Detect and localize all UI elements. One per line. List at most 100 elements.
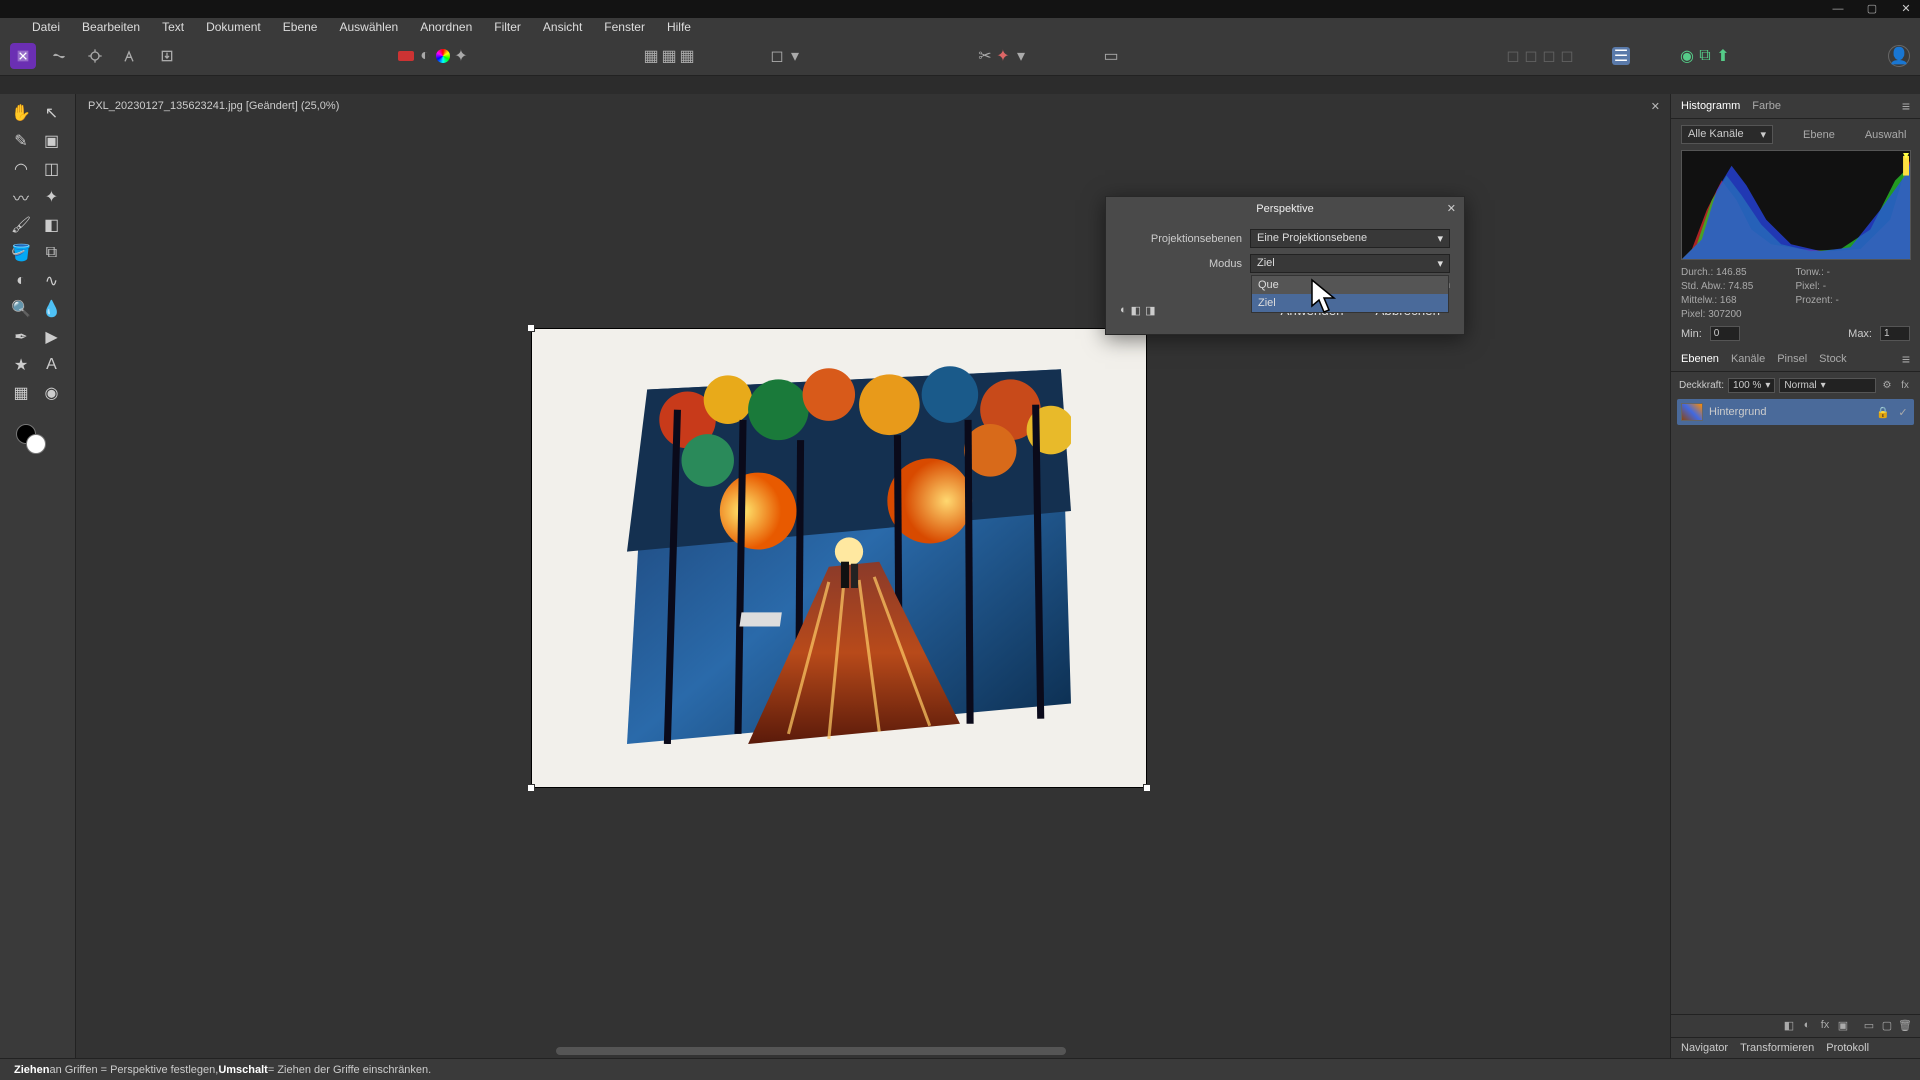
shape-tool-icon[interactable]: ★ — [10, 354, 32, 376]
node-tool-icon[interactable]: ▶ — [41, 326, 63, 348]
tab-transformieren[interactable]: Transformieren — [1740, 1042, 1814, 1054]
projection-select[interactable]: Eine Projektionsebene▾ — [1250, 229, 1450, 248]
mesh-tool-icon[interactable]: ▦ — [10, 382, 32, 404]
grid-2-icon[interactable]: ▦ — [662, 49, 676, 63]
tab-farbe[interactable]: Farbe — [1752, 100, 1781, 112]
window-maximize[interactable]: ▢ — [1864, 2, 1880, 16]
menu-anordnen[interactable]: Anordnen — [420, 20, 472, 34]
persona-export-icon[interactable] — [154, 43, 180, 69]
mode-option-quelle[interactable]: Que — [1252, 276, 1448, 294]
gear-icon[interactable]: ⚙ — [1880, 379, 1894, 393]
tab-stock[interactable]: Stock — [1819, 353, 1847, 365]
lock-icon[interactable]: 🔒 — [1876, 405, 1890, 419]
crop-layer-icon[interactable]: ▣ — [1836, 1019, 1850, 1033]
scrollbar-thumb[interactable] — [556, 1047, 1066, 1055]
text-tool-icon[interactable]: A — [41, 354, 63, 376]
menu-dokument[interactable]: Dokument — [206, 20, 261, 34]
handle-bottom-right[interactable] — [1143, 784, 1151, 792]
panel-menu-icon[interactable]: ≡ — [1902, 98, 1910, 114]
tab-navigator[interactable]: Navigator — [1681, 1042, 1728, 1054]
persona-develop-icon[interactable] — [82, 43, 108, 69]
preview-split-icon[interactable]: ◧ — [1131, 304, 1141, 317]
freehand-tool-icon[interactable]: 〰 — [10, 186, 32, 208]
window-close[interactable]: ✕ — [1898, 2, 1914, 16]
menu-fenster[interactable]: Fenster — [604, 20, 645, 34]
camera-icon[interactable]: ▭ — [1104, 49, 1118, 63]
min-input[interactable] — [1710, 326, 1740, 341]
add-layer-icon[interactable]: ▢ — [1880, 1019, 1894, 1033]
selection-brush-icon[interactable]: ◠ — [10, 158, 32, 180]
menu-bearbeiten[interactable]: Bearbeiten — [82, 20, 140, 34]
max-input[interactable] — [1880, 326, 1910, 341]
sync-3-icon[interactable]: ⬆ — [1716, 49, 1730, 63]
blur-tool-icon[interactable]: 💧 — [41, 298, 63, 320]
pen-tool-icon[interactable]: ✒ — [10, 326, 32, 348]
hand-tool-icon[interactable]: ✋ — [10, 102, 32, 124]
panel-menu-icon[interactable]: ≡ — [1902, 351, 1910, 367]
preview-mirror-icon[interactable]: ◨ — [1145, 304, 1155, 317]
tab-ebenen[interactable]: Ebenen — [1681, 353, 1719, 365]
tab-pinsel[interactable]: Pinsel — [1777, 353, 1807, 365]
menu-filter[interactable]: Filter — [494, 20, 521, 34]
color-picker-tool-icon[interactable]: ✎ — [10, 130, 32, 152]
scope-selection-button[interactable]: Auswahl — [1865, 129, 1907, 141]
swatch-red-icon[interactable] — [398, 51, 414, 61]
horizontal-scrollbar[interactable] — [76, 1044, 1670, 1058]
chevron-down-icon[interactable]: ▾ — [1014, 49, 1028, 63]
mask-icon[interactable]: ◧ — [1782, 1019, 1796, 1033]
layer-row[interactable]: Hintergrund 🔒 ✓ — [1677, 399, 1914, 425]
menu-auswaehlen[interactable]: Auswählen — [339, 20, 398, 34]
color-wheel-icon[interactable] — [436, 49, 450, 63]
account-icon[interactable]: 👤 — [1888, 45, 1910, 67]
menu-datei[interactable]: Datei — [32, 20, 60, 34]
delete-layer-icon[interactable]: 🗑 — [1898, 1019, 1912, 1033]
image-canvas[interactable] — [531, 328, 1147, 788]
channel-select[interactable]: Alle Kanäle▾ — [1681, 125, 1773, 144]
align-icon[interactable]: ✦ — [996, 49, 1010, 63]
dodge-tool-icon[interactable]: ◐ — [10, 270, 32, 292]
marquee-tool-icon[interactable]: ◫ — [41, 158, 63, 180]
dialog-close-icon[interactable]: ✕ — [1447, 202, 1456, 215]
grid-1-icon[interactable]: ▦ — [644, 49, 658, 63]
crop-tool-icon[interactable]: ▣ — [41, 130, 63, 152]
preview-before-icon[interactable]: ◐ — [1120, 304, 1127, 317]
move-tool-icon[interactable]: ↖ — [41, 102, 63, 124]
menu-ansicht[interactable]: Ansicht — [543, 20, 582, 34]
menu-text[interactable]: Text — [162, 20, 184, 34]
persona-tone-icon[interactable] — [118, 43, 144, 69]
document-tab-close[interactable]: ✕ — [1651, 100, 1660, 113]
mode-option-ziel[interactable]: Ziel — [1252, 294, 1448, 312]
scope-layer-button[interactable]: Ebene — [1803, 129, 1835, 141]
erase-tool-icon[interactable]: ◧ — [41, 214, 63, 236]
sync-2-icon[interactable]: ⧉ — [1698, 49, 1712, 63]
clone-tool-icon[interactable]: ⧉ — [41, 242, 63, 264]
perspective-dialog[interactable]: Perspektive ✕ Projektionsebenen Eine Pro… — [1105, 196, 1465, 335]
adjust-icon[interactable]: ◐ — [1800, 1019, 1814, 1033]
tab-protokoll[interactable]: Protokoll — [1826, 1042, 1869, 1054]
persona-liquify-icon[interactable] — [46, 43, 72, 69]
blend-select[interactable]: Normal▾ — [1779, 378, 1876, 393]
menu-ebene[interactable]: Ebene — [283, 20, 318, 34]
doc-box-icon[interactable]: ◻ — [770, 49, 784, 63]
front-color-swatch[interactable] — [26, 434, 46, 454]
zoom-tool-icon[interactable]: 🔍 — [10, 298, 32, 320]
perspective-tool-icon[interactable]: ◉ — [41, 382, 63, 404]
smudge-tool-icon[interactable]: ∿ — [41, 270, 63, 292]
mode-select[interactable]: Ziel▾ Que Ziel — [1250, 254, 1450, 273]
eyedrop-icon[interactable]: ◐ — [418, 49, 432, 63]
brush-tool-icon[interactable]: 🖌 — [10, 214, 32, 236]
menu-hilfe[interactable]: Hilfe — [667, 20, 691, 34]
fx-add-icon[interactable]: fx — [1818, 1019, 1832, 1033]
visibility-icon[interactable]: ✓ — [1896, 405, 1910, 419]
tab-histogramm[interactable]: Histogramm — [1681, 100, 1740, 112]
picker-icon[interactable]: ✦ — [454, 49, 468, 63]
crop-icon[interactable]: ✂ — [978, 49, 992, 63]
opacity-select[interactable]: 100 %▾ — [1728, 378, 1775, 393]
window-minimize[interactable]: — — [1830, 2, 1846, 16]
fill-tool-icon[interactable]: 🪣 — [10, 242, 32, 264]
handle-bottom-left[interactable] — [527, 784, 535, 792]
document-tab[interactable]: PXL_20230127_135623241.jpg [Geändert] (2… — [76, 94, 1670, 118]
tab-kanaele[interactable]: Kanäle — [1731, 353, 1765, 365]
grid-3-icon[interactable]: ▦ — [680, 49, 694, 63]
panel-toggle-icon[interactable]: ☰ — [1612, 47, 1630, 65]
